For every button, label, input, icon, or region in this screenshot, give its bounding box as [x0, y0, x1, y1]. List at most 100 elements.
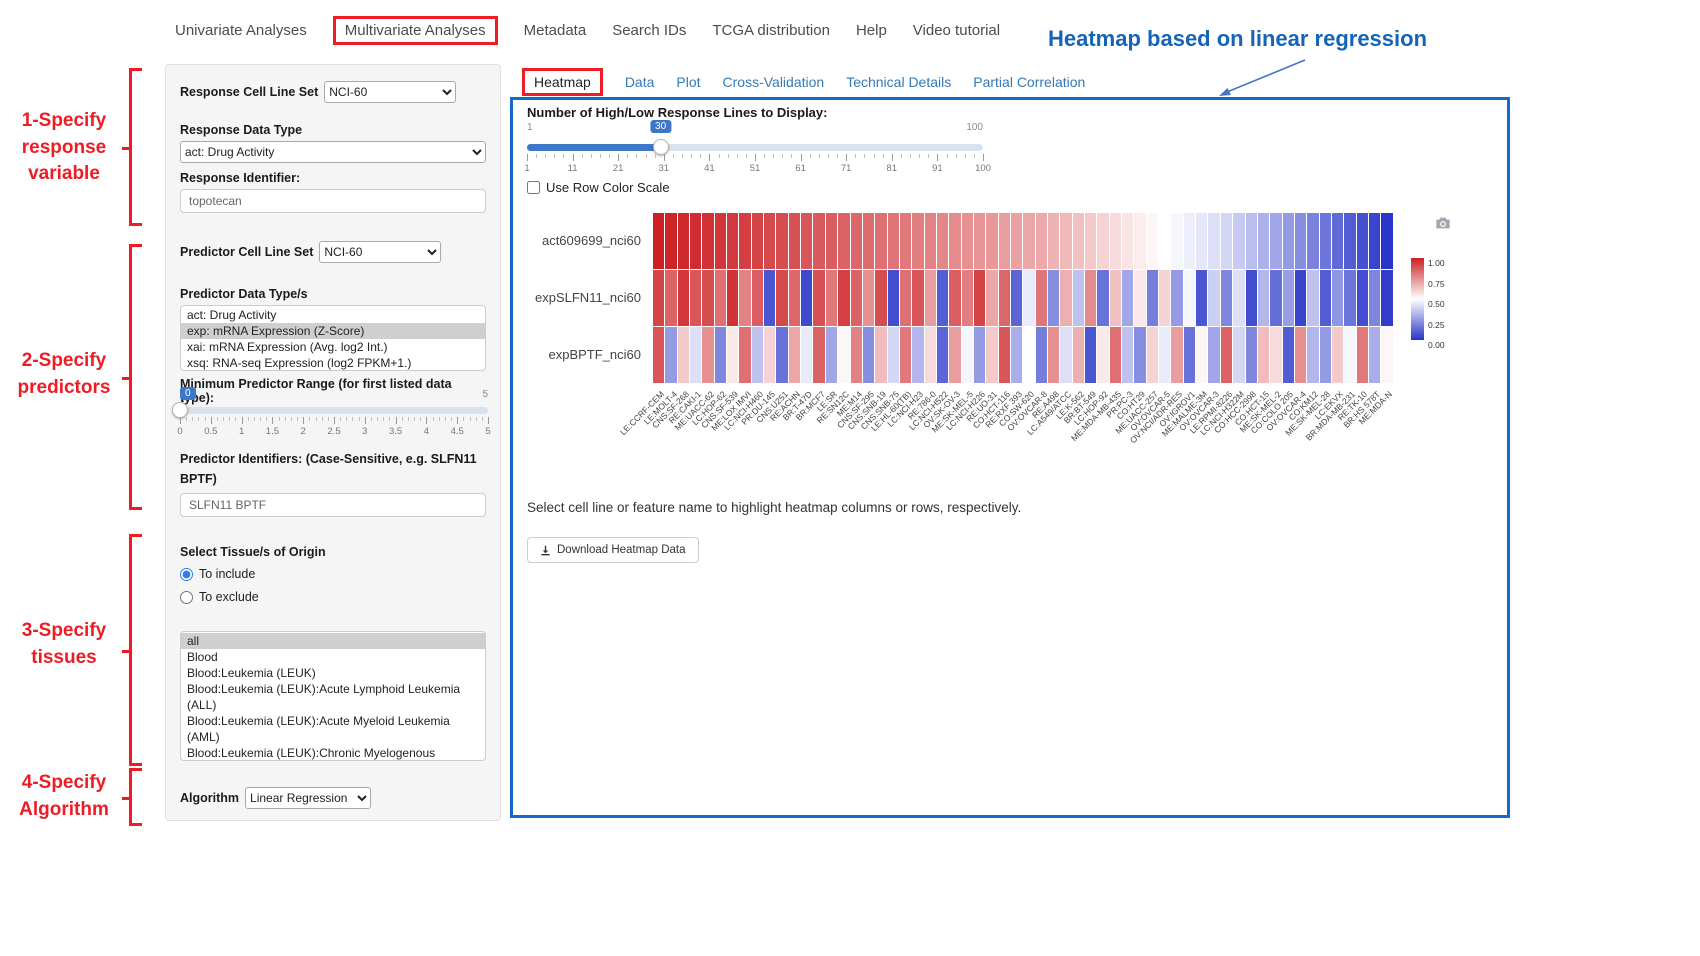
predictor-data-type-option-xsq-rna-seq-expression-log2-fpkm-1[interactable]: xsq: RNA-seq Expression (log2 FPKM+1.)	[181, 355, 485, 371]
heatmap-cell[interactable]	[776, 213, 787, 269]
tab-heatmap[interactable]: Heatmap	[522, 68, 603, 96]
heatmap-cell[interactable]	[1110, 270, 1121, 326]
tissue-option-all[interactable]: all	[181, 633, 485, 649]
heatmap-cell[interactable]	[1369, 213, 1380, 269]
response-identifier-input[interactable]	[180, 189, 486, 213]
min-range-handle[interactable]	[172, 402, 188, 418]
heatmap-cell[interactable]	[925, 270, 936, 326]
heatmap-cell[interactable]	[1184, 327, 1195, 383]
tab-technical-details[interactable]: Technical Details	[846, 74, 951, 90]
heatmap-cell[interactable]	[1320, 213, 1331, 269]
heatmap-cell[interactable]	[1196, 270, 1207, 326]
tab-data[interactable]: Data	[625, 74, 655, 90]
heatmap-cell[interactable]	[678, 270, 689, 326]
heatmap-cell[interactable]	[937, 270, 948, 326]
heatmap-cell[interactable]	[1060, 213, 1071, 269]
heatmap-cell[interactable]	[1184, 270, 1195, 326]
heatmap-cell[interactable]	[1110, 327, 1121, 383]
heatmap-cell[interactable]	[1060, 270, 1071, 326]
heatmap-cell[interactable]	[1307, 327, 1318, 383]
heatmap-cell[interactable]	[789, 327, 800, 383]
heatmap-cell[interactable]	[1307, 270, 1318, 326]
heatmap-cell[interactable]	[789, 213, 800, 269]
download-heatmap-button[interactable]: Download Heatmap Data	[527, 537, 699, 563]
heatmap-cell[interactable]	[851, 270, 862, 326]
camera-icon[interactable]	[1435, 216, 1451, 230]
heatmap-cell[interactable]	[678, 327, 689, 383]
heatmap-cell[interactable]	[1270, 270, 1281, 326]
heatmap-cell[interactable]	[962, 213, 973, 269]
heatmap-row-label[interactable]: act609699_nci60	[513, 233, 641, 248]
predictor-data-type-list[interactable]: act: Drug Activityexp: mRNA Expression (…	[180, 305, 486, 371]
heatmap-cell[interactable]	[752, 270, 763, 326]
heatmap-cell[interactable]	[1134, 270, 1145, 326]
nav-item-tcga-distribution[interactable]: TCGA distribution	[712, 22, 830, 39]
heatmap-cell[interactable]	[949, 327, 960, 383]
heatmap-cell[interactable]	[1011, 213, 1022, 269]
heatmap-cell[interactable]	[875, 213, 886, 269]
heatmap-cell[interactable]	[1023, 270, 1034, 326]
heatmap-cell[interactable]	[1258, 327, 1269, 383]
heatmap-cell[interactable]	[739, 270, 750, 326]
heatmap-cell[interactable]	[1283, 213, 1294, 269]
response-cell-line-set-select[interactable]: NCI-60	[324, 81, 456, 103]
heatmap-cell[interactable]	[937, 213, 948, 269]
heatmap-cell[interactable]	[1320, 270, 1331, 326]
heatmap-row-label[interactable]: expBPTF_nci60	[513, 347, 641, 362]
heatmap-cell[interactable]	[789, 270, 800, 326]
heatmap-cell[interactable]	[912, 270, 923, 326]
heatmap-cell[interactable]	[1344, 327, 1355, 383]
heatmap-cell[interactable]	[801, 213, 812, 269]
heatmap-cell[interactable]	[1011, 327, 1022, 383]
heatmap-cell[interactable]	[863, 213, 874, 269]
heatmap-cell[interactable]	[851, 213, 862, 269]
heatmap-cell[interactable]	[1295, 213, 1306, 269]
heatmap-cell[interactable]	[1171, 270, 1182, 326]
heatmap-cell[interactable]	[888, 270, 899, 326]
heatmap-cell[interactable]	[1221, 270, 1232, 326]
heatmap-cell[interactable]	[727, 270, 738, 326]
heatmap-cell[interactable]	[739, 213, 750, 269]
heatmap-cell[interactable]	[962, 270, 973, 326]
tab-cross-validation[interactable]: Cross-Validation	[723, 74, 825, 90]
heatmap-cell[interactable]	[1307, 213, 1318, 269]
heatmap-cell[interactable]	[653, 213, 664, 269]
min-range-track[interactable]	[180, 407, 488, 414]
heatmap-cell[interactable]	[888, 327, 899, 383]
predictor-data-type-option-exp-mrna-expression-z-score[interactable]: exp: mRNA Expression (Z-Score)	[181, 323, 485, 339]
heatmap-cell[interactable]	[752, 213, 763, 269]
heatmap-cell[interactable]	[1357, 213, 1368, 269]
heatmap-cell[interactable]	[690, 327, 701, 383]
algorithm-select[interactable]: Linear Regression	[245, 787, 371, 809]
heatmap-cell[interactable]	[1320, 327, 1331, 383]
heatmap-cell[interactable]	[715, 270, 726, 326]
heatmap-cell[interactable]	[653, 270, 664, 326]
nav-item-video-tutorial[interactable]: Video tutorial	[913, 22, 1000, 39]
heatmap-cell[interactable]	[1122, 213, 1133, 269]
lines-slider[interactable]: 1 100 30 1112131415161718191100	[527, 120, 983, 180]
heatmap-cell[interactable]	[1381, 270, 1392, 326]
heatmap-cell[interactable]	[1208, 327, 1219, 383]
heatmap-cell[interactable]	[702, 327, 713, 383]
heatmap-cell[interactable]	[752, 327, 763, 383]
heatmap-cell[interactable]	[1344, 270, 1355, 326]
heatmap-cell[interactable]	[986, 327, 997, 383]
heatmap-cell[interactable]	[764, 327, 775, 383]
heatmap-cell[interactable]	[1171, 213, 1182, 269]
heatmap-cell[interactable]	[1233, 213, 1244, 269]
heatmap-cell[interactable]	[665, 270, 676, 326]
heatmap-cell[interactable]	[1097, 213, 1108, 269]
heatmap-cell[interactable]	[690, 270, 701, 326]
heatmap-cell[interactable]	[900, 213, 911, 269]
heatmap-cell[interactable]	[863, 270, 874, 326]
heatmap-cell[interactable]	[1036, 327, 1047, 383]
heatmap-cell[interactable]	[776, 270, 787, 326]
tissue-option-blood-leukemia-leuk-chronic-myelogenous-leukemia-cml[interactable]: Blood:Leukemia (LEUK):Chronic Myelogenou…	[181, 745, 485, 761]
heatmap-cell[interactable]	[678, 213, 689, 269]
tissue-option-blood-leukemia-leuk[interactable]: Blood:Leukemia (LEUK)	[181, 665, 485, 681]
heatmap-cell[interactable]	[851, 327, 862, 383]
lines-slider-handle[interactable]	[653, 139, 669, 155]
heatmap-cell[interactable]	[690, 213, 701, 269]
heatmap-cell[interactable]	[1184, 213, 1195, 269]
heatmap-cell[interactable]	[974, 327, 985, 383]
